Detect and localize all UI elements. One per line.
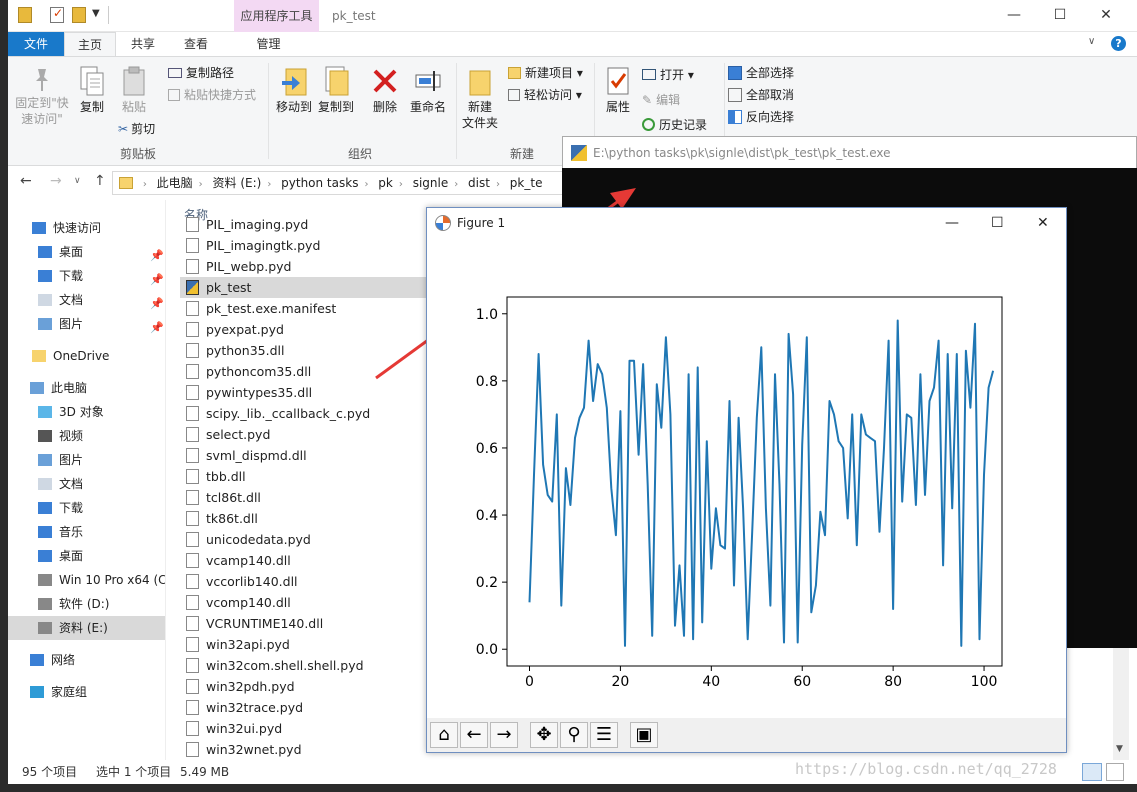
y-tick-label: 0.8 [476,374,498,390]
back-icon[interactable]: ← [460,722,488,748]
y-tick-label: 0.0 [476,642,498,658]
zoom-icon[interactable]: ⚲ [560,722,588,748]
line-chart: 0 20 40 60 80 100 0.0 0.2 0.4 0.6 0.8 1.0 [476,296,1003,690]
figure-toolbar: ⌂ ← → ✥ ⚲ ☰ ▣ [427,718,1066,752]
y-tick-label: 0.2 [476,575,498,591]
matplotlib-logo-icon [435,215,451,231]
y-tick-label: 0.6 [476,441,498,457]
x-tick-label: 20 [611,674,629,690]
figure-minimize-button[interactable]: — [945,208,959,238]
x-tick-label: 40 [702,674,720,690]
configure-icon[interactable]: ☰ [590,722,618,748]
forward-icon[interactable]: → [490,722,518,748]
y-tick-label: 1.0 [476,307,498,323]
y-tick-label: 0.4 [476,508,498,524]
home-icon[interactable]: ⌂ [430,722,458,748]
figure-title-bar: Figure 1 — ☐ ✕ [427,208,1066,238]
figure-maximize-button[interactable]: ☐ [991,208,1004,238]
matplotlib-figure-window: Figure 1 — ☐ ✕ 0 20 40 60 80 100 0.0 0.2 0.4 0.6 0… [426,207,1067,753]
pan-icon[interactable]: ✥ [530,722,558,748]
figure-title: Figure 1 [457,216,506,230]
figure-close-button[interactable]: ✕ [1037,208,1049,238]
x-tick-label: 60 [793,674,811,690]
x-tick-label: 100 [971,674,998,690]
x-tick-label: 0 [525,674,534,690]
x-tick-label: 80 [884,674,902,690]
save-icon[interactable]: ▣ [630,722,658,748]
plot-area: 0 20 40 60 80 100 0.0 0.2 0.4 0.6 0.8 1.0 [427,238,1066,718]
